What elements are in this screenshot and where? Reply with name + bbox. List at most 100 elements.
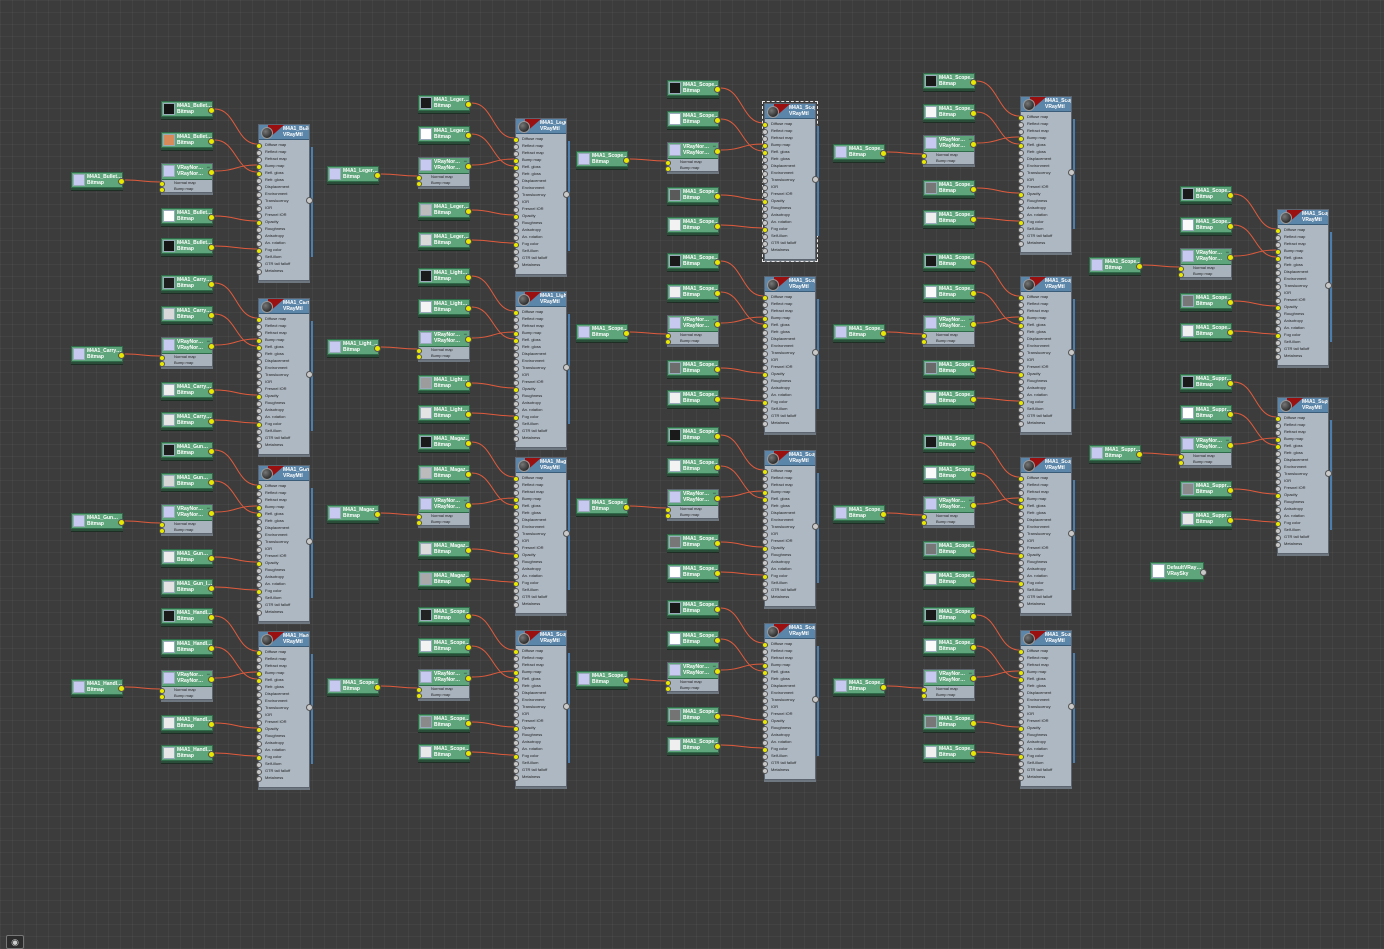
- material-slot[interactable]: Fog color: [1018, 752, 1071, 760]
- bitmap-node[interactable]: M4A1_Scope… Bitmap: [667, 427, 721, 443]
- material-slot[interactable]: GTR tail falloff: [1018, 232, 1071, 240]
- material-slot[interactable]: Metalness: [513, 261, 566, 269]
- material-slot[interactable]: Fresnel IOR: [762, 363, 815, 371]
- bitmap-node[interactable]: M4A1_Gun… Bitmap: [161, 549, 215, 565]
- output-socket[interactable]: [208, 169, 215, 176]
- material-slot[interactable]: An. rotation: [1275, 324, 1328, 332]
- output-socket[interactable]: [714, 148, 721, 155]
- material-slot[interactable]: Self-illum: [1018, 586, 1071, 594]
- material-slot[interactable]: Refr. gloss: [256, 176, 309, 184]
- connection-wire[interactable]: [976, 136, 1020, 144]
- output-socket[interactable]: [970, 440, 977, 447]
- connection-wire[interactable]: [380, 346, 418, 350]
- material-slot[interactable]: Displacement: [762, 682, 815, 690]
- vray-material-node[interactable]: M4A1_ScopeVRayMtl− Diffuse map Reflect map…: [513, 630, 570, 787]
- material-slot[interactable]: Diffuse map: [1275, 414, 1328, 422]
- material-slot[interactable]: Refr. gloss: [256, 517, 309, 525]
- material-slot[interactable]: Environment: [513, 357, 566, 365]
- material-slot[interactable]: Diffuse map: [256, 315, 309, 323]
- output-socket[interactable]: [1227, 254, 1234, 261]
- material-slot[interactable]: GTR tail falloff: [256, 601, 309, 609]
- material-slot[interactable]: Diffuse map: [762, 467, 815, 475]
- input-socket[interactable]: [762, 768, 768, 774]
- normal-source-bitmap-node[interactable]: M4A1_Carry… Bitmap: [71, 346, 125, 362]
- bitmap-node[interactable]: M4A1_Scope… Bitmap: [418, 744, 472, 760]
- material-slot[interactable]: Refl. gloss: [513, 163, 566, 171]
- input-socket[interactable]: [513, 263, 519, 269]
- material-slot[interactable]: Bump map: [762, 661, 815, 669]
- material-slot[interactable]: Metalness: [256, 608, 309, 616]
- material-node-header[interactable]: M4A1_Light VRayMtl −: [516, 292, 566, 307]
- material-slot[interactable]: Fog color: [256, 753, 309, 761]
- material-slot[interactable]: Translucency: [762, 349, 815, 357]
- bitmap-node[interactable]: M4A1_Scope… Bitmap: [923, 253, 977, 269]
- material-slot[interactable]: Refract map: [256, 329, 309, 337]
- connection-wire[interactable]: [976, 397, 1020, 402]
- material-slot[interactable]: Anisotropy: [256, 232, 309, 240]
- material-slot[interactable]: Roughness: [1018, 731, 1071, 739]
- material-slot[interactable]: Diffuse map: [513, 474, 566, 482]
- material-slot[interactable]: Fresnel IOR: [256, 385, 309, 393]
- material-slot[interactable]: Refl. gloss: [1018, 141, 1071, 149]
- connection-wire[interactable]: [976, 217, 1020, 222]
- material-slot[interactable]: Reflect map: [513, 481, 566, 489]
- input-socket[interactable]: [762, 595, 768, 601]
- input-socket[interactable]: [1178, 272, 1184, 278]
- normal-source-bitmap-node[interactable]: M4A1_Bullet… Bitmap: [71, 172, 125, 188]
- output-socket[interactable]: [714, 495, 721, 502]
- material-slot[interactable]: Opacity: [256, 392, 309, 400]
- bitmap-node[interactable]: M4A1_Magaz… Bitmap: [418, 541, 472, 557]
- material-slot[interactable]: Self-illum: [256, 760, 309, 768]
- material-slot[interactable]: GTR tail falloff: [1275, 533, 1328, 541]
- output-socket[interactable]: [1227, 442, 1234, 449]
- connection-wire[interactable]: [214, 389, 258, 396]
- connection-wire[interactable]: [720, 143, 764, 151]
- output-socket[interactable]: [714, 668, 721, 675]
- connection-wire[interactable]: [720, 607, 764, 644]
- input-socket[interactable]: [1018, 602, 1024, 608]
- material-slot[interactable]: Refract map: [256, 662, 309, 670]
- connection-wire[interactable]: [1233, 249, 1277, 257]
- material-slot[interactable]: Translucency: [762, 696, 815, 704]
- output-socket[interactable]: [714, 117, 721, 124]
- material-slot[interactable]: Refl. gloss: [1018, 675, 1071, 683]
- minimize-icon[interactable]: −: [1065, 458, 1069, 464]
- material-slot[interactable]: Fog color: [513, 579, 566, 587]
- bitmap-node[interactable]: M4A1_Scope… Bitmap: [923, 284, 977, 300]
- vray-material-node[interactable]: M4A1_ScopeVRayMtl− Diffuse map Reflect map…: [762, 623, 819, 780]
- connection-wire[interactable]: [1142, 264, 1180, 268]
- connection-wire[interactable]: [976, 721, 1020, 728]
- material-slot[interactable]: Refract map: [1018, 127, 1071, 135]
- material-slot[interactable]: Environment: [762, 689, 815, 697]
- bitmap-node[interactable]: M4A1_Light… Bitmap: [418, 405, 472, 421]
- normal-map-header[interactable]: VRayNor… VRayNor… −: [668, 490, 718, 506]
- output-socket[interactable]: [970, 321, 977, 328]
- bitmap-node[interactable]: M4A1_Scope… Bitmap: [667, 390, 721, 406]
- connection-wire[interactable]: [886, 331, 923, 335]
- material-slot[interactable]: Environment: [1018, 523, 1071, 531]
- material-slot[interactable]: Anisotropy: [256, 406, 309, 414]
- connection-wire[interactable]: [976, 291, 1020, 325]
- connection-wire[interactable]: [976, 751, 1020, 756]
- vray-material-node[interactable]: M4A1_ScopeVRayMtl− Diffuse map Reflect map…: [1018, 276, 1075, 433]
- bitmap-node[interactable]: M4A1_Scope… Bitmap: [923, 638, 977, 654]
- material-slot[interactable]: Displacement: [513, 516, 566, 524]
- material-slot[interactable]: Refl. gloss: [762, 321, 815, 329]
- connection-wire[interactable]: [380, 512, 418, 516]
- material-slot[interactable]: Refl. gloss: [762, 668, 815, 676]
- material-slot[interactable]: Anisotropy: [1275, 505, 1328, 513]
- material-slot[interactable]: Roughness: [1018, 377, 1071, 385]
- output-socket[interactable]: [465, 577, 472, 584]
- material-slot[interactable]: IOR: [513, 537, 566, 545]
- bitmap-node[interactable]: M4A1_Handl… Bitmap: [161, 715, 215, 731]
- material-slot[interactable]: An. rotation: [1018, 572, 1071, 580]
- material-slot[interactable]: Refr. gloss: [762, 502, 815, 510]
- vray-material-node[interactable]: M4A1_LegerVRayMtl− Diffuse map Reflect map…: [513, 118, 570, 275]
- material-slot[interactable]: Refr. gloss: [1018, 148, 1071, 156]
- bitmap-node[interactable]: M4A1_Scope… Bitmap: [667, 80, 721, 96]
- bitmap-node[interactable]: M4A1_Scope… Bitmap: [667, 458, 721, 474]
- minimize-icon[interactable]: −: [1065, 277, 1069, 283]
- output-socket[interactable]: [623, 330, 630, 337]
- connection-wire[interactable]: [214, 505, 258, 513]
- material-slot[interactable]: Refract map: [513, 149, 566, 157]
